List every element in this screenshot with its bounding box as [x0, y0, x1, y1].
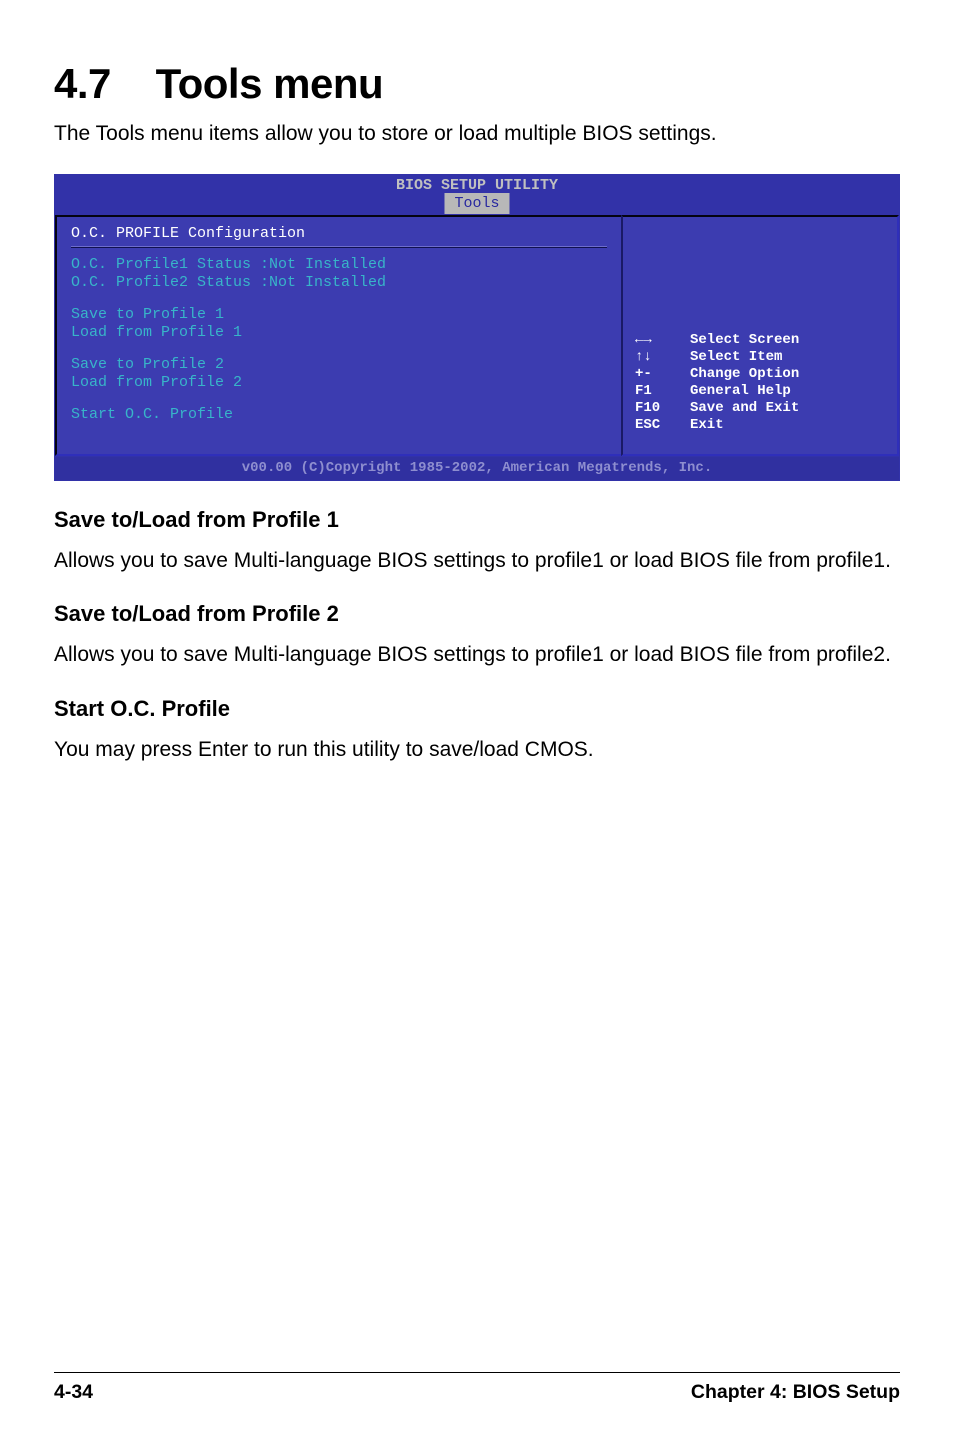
bios-header-title: BIOS SETUP UTILITY	[55, 175, 899, 195]
bios-tab-tools: Tools	[444, 193, 509, 214]
subhead-profile2: Save to/Load from Profile 2	[54, 601, 900, 627]
help-key-f1: F1	[635, 383, 690, 400]
bios-footer: v00.00 (C)Copyright 1985-2002, American …	[54, 457, 900, 481]
para-profile1: Allows you to save Multi-language BIOS s…	[54, 547, 900, 575]
bios-profile1-status: O.C. Profile1 Status :Not Installed	[71, 256, 607, 274]
help-key-plusminus: +-	[635, 366, 690, 383]
bios-right-panel: ←→Select Screen ↑↓Select Item +-Change O…	[621, 215, 899, 456]
para-profile2: Allows you to save Multi-language BIOS s…	[54, 641, 900, 669]
page-footer: 4-34 Chapter 4: BIOS Setup	[54, 1372, 900, 1404]
help-desc-general-help: General Help	[690, 383, 791, 400]
bios-body: O.C. PROFILE Configuration O.C. Profile1…	[54, 214, 900, 457]
help-desc-select-item: Select Item	[690, 349, 782, 366]
bios-profile2-status: O.C. Profile2 Status :Not Installed	[71, 274, 607, 292]
help-key-arrows-ud: ↑↓	[635, 349, 690, 366]
help-desc-exit: Exit	[690, 417, 724, 434]
bios-help-block: ←→Select Screen ↑↓Select Item +-Change O…	[635, 332, 799, 434]
intro-paragraph: The Tools menu items allow you to store …	[54, 122, 900, 146]
subhead-start-oc: Start O.C. Profile	[54, 696, 900, 722]
bios-config-heading: O.C. PROFILE Configuration	[71, 225, 607, 242]
section-title-text: Tools menu	[156, 60, 384, 107]
bios-load-profile1: Load from Profile 1	[71, 324, 607, 342]
bios-save-profile2: Save to Profile 2	[71, 356, 607, 374]
help-key-f10: F10	[635, 400, 690, 417]
help-desc-save-exit: Save and Exit	[690, 400, 799, 417]
chapter-label: Chapter 4: BIOS Setup	[691, 1381, 900, 1404]
help-key-arrows-lr: ←→	[635, 332, 690, 349]
subhead-profile1: Save to/Load from Profile 1	[54, 507, 900, 533]
help-desc-change-option: Change Option	[690, 366, 799, 383]
bios-screenshot: BIOS SETUP UTILITY Tools O.C. PROFILE Co…	[54, 174, 900, 481]
bios-header: BIOS SETUP UTILITY Tools	[54, 174, 900, 214]
help-desc-select-screen: Select Screen	[690, 332, 799, 349]
bios-left-panel: O.C. PROFILE Configuration O.C. Profile1…	[55, 215, 621, 456]
bios-start-oc-profile: Start O.C. Profile	[71, 406, 607, 424]
bios-load-profile2: Load from Profile 2	[71, 374, 607, 392]
help-key-esc: ESC	[635, 417, 690, 434]
bios-divider	[71, 246, 607, 248]
section-number: 4.7	[54, 60, 111, 107]
footer-rule	[54, 1372, 900, 1373]
page-number: 4-34	[54, 1381, 93, 1404]
section-heading: 4.7 Tools menu	[54, 60, 900, 108]
para-start-oc: You may press Enter to run this utility …	[54, 736, 900, 764]
bios-save-profile1: Save to Profile 1	[71, 306, 607, 324]
